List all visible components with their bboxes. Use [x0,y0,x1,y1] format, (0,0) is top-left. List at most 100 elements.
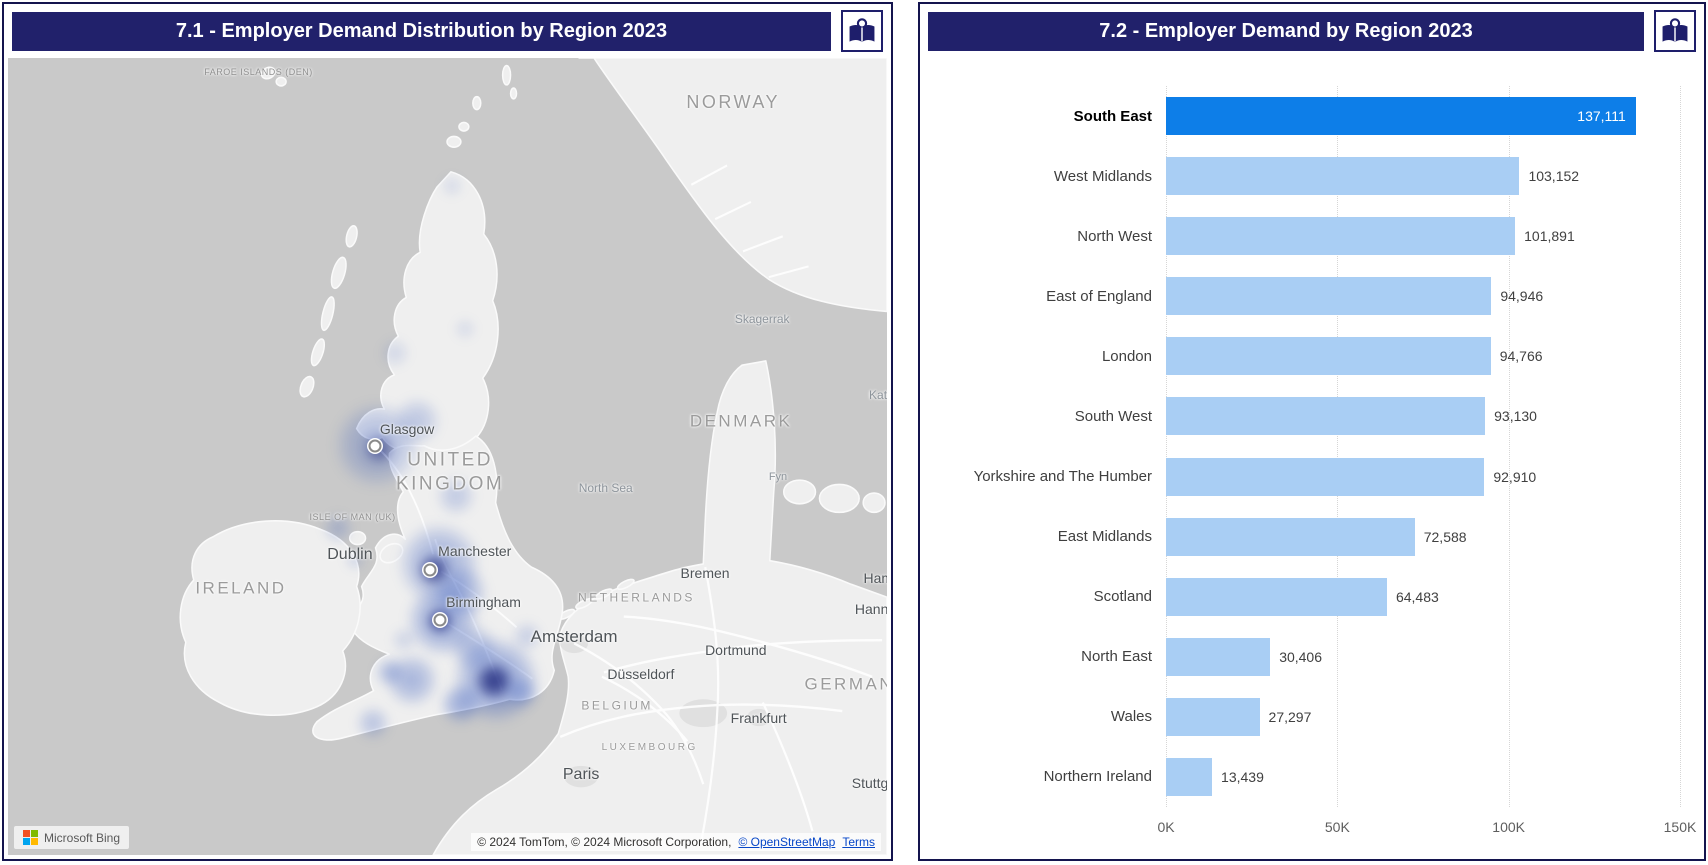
category-label-east-of-england: East of England [1046,288,1152,305]
category-label-scotland: Scotland [1094,588,1152,605]
bar-track: 92,910 [1166,458,1680,496]
organization-logo-icon [1659,15,1691,47]
microsoft-logo-icon [23,830,38,845]
value-label-north-east: 30,406 [1279,649,1322,665]
value-label-south-west: 93,130 [1494,408,1537,424]
bing-logo-label: Microsoft Bing [44,831,120,845]
report-logo [841,10,883,52]
country-label: IRELAND [195,577,286,598]
bar-yorkshire-and-the-humber[interactable] [1166,458,1484,496]
value-label-south-east: 137,111 [1577,108,1626,124]
bar-row-north-west: North West101,891 [1166,206,1680,266]
city-label: Düsseldorf [607,666,674,682]
map-panel-header: 7.1 - Employer Demand Distribution by Re… [4,4,891,56]
bar-row-northern-ireland: Northern Ireland13,439 [1166,747,1680,807]
x-tick-150K: 150K [1664,819,1697,835]
terms-link[interactable]: Terms [842,835,875,849]
city-label: Glasgow [380,421,434,437]
category-label-north-west: North West [1077,228,1152,245]
city-label: Bremen [681,565,730,581]
bar-london[interactable] [1166,337,1491,375]
organization-logo-icon [846,15,878,47]
category-label-east-midlands: East Midlands [1058,528,1152,545]
city-label: Hannover [855,601,887,617]
value-label-east-of-england: 94,946 [1500,288,1543,304]
city-label: Amsterdam [531,627,618,647]
bar-track: 137,111 [1166,97,1680,135]
bar-south-east[interactable]: 137,111 [1166,97,1636,135]
bar-track: 94,766 [1166,337,1680,375]
bar-chart-title: 7.2 - Employer Demand by Region 2023 [928,12,1644,51]
x-tick-50K: 50K [1325,819,1350,835]
bing-map[interactable]: NORWAY DENMARK UNITED KINGDOM IRELAND NETHER… [8,58,887,855]
bar-north-west[interactable] [1166,217,1515,255]
value-label-yorkshire-and-the-humber: 92,910 [1493,469,1536,485]
bar-row-scotland: Scotland64,483 [1166,567,1680,627]
bar-northern-ireland[interactable] [1166,758,1212,796]
openstreetmap-link[interactable]: © OpenStreetMap [738,835,835,849]
category-label-northern-ireland: Northern Ireland [1044,768,1152,785]
bar-east-of-england[interactable] [1166,277,1491,315]
bar-wales[interactable] [1166,698,1260,736]
country-label: NORWAY [686,91,780,114]
category-label-west-midlands: West Midlands [1054,168,1152,185]
value-label-north-west: 101,891 [1524,228,1575,244]
bar-track: 72,588 [1166,518,1680,556]
x-tick-0K: 0K [1157,819,1174,835]
value-label-east-midlands: 72,588 [1424,529,1467,545]
gridline-150K [1680,86,1681,807]
bar-rows: South East137,111West Midlands103,152Nor… [1166,86,1680,807]
category-label-south-west: South West [1075,408,1152,425]
bar-scotland[interactable] [1166,578,1387,616]
category-label-north-east: North East [1081,648,1152,665]
city-marker-birmingham[interactable] [434,613,447,626]
value-label-wales: 27,297 [1269,709,1312,725]
bar-row-south-west: South West93,130 [1166,386,1680,446]
bar-row-north-east: North East30,406 [1166,627,1680,687]
city-label: Hamburg [863,570,887,586]
country-label: DENMARK [690,410,793,431]
bar-row-east-midlands: East Midlands72,588 [1166,507,1680,567]
x-tick-100K: 100K [1492,819,1525,835]
value-label-london: 94,766 [1500,348,1543,364]
category-label-yorkshire-and-the-humber: Yorkshire and The Humber [974,468,1152,485]
city-label: Frankfurt [731,710,787,726]
city-label: Manchester [438,543,511,559]
water-label: North Sea [579,481,633,495]
bar-row-yorkshire-and-the-humber: Yorkshire and The Humber92,910 [1166,446,1680,506]
country-label: LUXEMBOURG [602,742,698,755]
bar-track: 13,439 [1166,758,1680,796]
water-label: Skagerrak [735,312,790,326]
minor-label: ISLE OF MAN (UK) [310,512,396,522]
plot-area: South East137,111West Midlands103,152Nor… [1166,86,1680,807]
bar-north-east[interactable] [1166,638,1270,676]
country-label: UNITED KINGDOM [396,449,504,497]
water-label: Fyn [769,471,787,483]
value-label-west-midlands: 103,152 [1528,168,1579,184]
city-marker-manchester[interactable] [423,563,436,576]
map-attribution: © 2024 TomTom, © 2024 Microsoft Corporat… [471,833,881,851]
map-visual-panel: 7.1 - Employer Demand Distribution by Re… [2,2,893,861]
bar-track: 27,297 [1166,698,1680,736]
bar-east-midlands[interactable] [1166,518,1415,556]
category-label-south-east: South East [1074,108,1152,125]
bar-chart-header: 7.2 - Employer Demand by Region 2023 [920,4,1704,56]
city-label: Dortmund [705,642,766,658]
country-label: BELGIUM [581,698,653,713]
bar-south-west[interactable] [1166,397,1485,435]
bar-row-wales: Wales27,297 [1166,687,1680,747]
attribution-text: © 2024 TomTom, © 2024 Microsoft Corporat… [477,835,731,849]
city-label: Dublin [327,546,372,564]
bing-logo[interactable]: Microsoft Bing [14,826,129,849]
bar-track: 64,483 [1166,578,1680,616]
bar-chart-panel: 7.2 - Employer Demand by Region 2023 Sou… [918,2,1706,861]
country-label: NETHERLANDS [578,591,695,606]
bar-row-west-midlands: West Midlands103,152 [1166,146,1680,206]
bar-track: 103,152 [1166,157,1680,195]
report-logo [1654,10,1696,52]
bar-west-midlands[interactable] [1166,157,1519,195]
city-marker-glasgow[interactable] [368,440,381,453]
water-label: Kattegat [869,388,887,402]
bar-track: 101,891 [1166,217,1680,255]
category-label-london: London [1102,348,1152,365]
